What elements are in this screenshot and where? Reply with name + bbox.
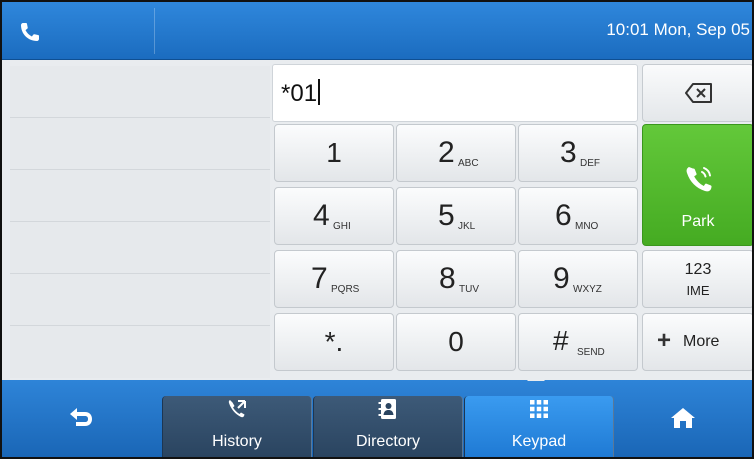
list-item xyxy=(10,170,270,222)
home-icon xyxy=(671,408,695,428)
key-4[interactable]: 4 GHI xyxy=(274,187,394,245)
park-label: Park xyxy=(681,213,715,230)
tab-keypad[interactable]: Keypad xyxy=(464,396,614,457)
home-button[interactable] xyxy=(614,380,752,457)
key-9[interactable]: 9 WXYZ xyxy=(518,250,638,308)
key-3[interactable]: 3 DEF xyxy=(518,124,638,182)
text-caret xyxy=(318,79,321,105)
list-item xyxy=(10,326,270,378)
park-button[interactable]: Park xyxy=(642,124,752,246)
bottom-nav: History Directory Keypad xyxy=(2,380,752,457)
tab-directory[interactable]: Directory xyxy=(313,396,463,457)
keypad-icon xyxy=(530,400,548,418)
tab-label: History xyxy=(212,433,262,450)
key-digit: 7 xyxy=(311,262,328,295)
dial-input-value: *01 xyxy=(281,79,321,108)
dial-input[interactable]: *01 xyxy=(272,64,638,122)
back-button[interactable] xyxy=(2,380,162,457)
key-digit: 3 xyxy=(560,136,577,169)
key-digit: 5 xyxy=(438,199,455,232)
phone-screen: 10:01 Mon, Sep 05 *01 1 2 ABC 3 DEF 4 GH… xyxy=(0,0,754,459)
key-letters: WXYZ xyxy=(573,284,602,295)
back-icon xyxy=(70,408,92,426)
tab-label: Directory xyxy=(355,433,420,450)
park-call-icon xyxy=(686,167,712,192)
tab-label: Keypad xyxy=(511,433,567,450)
key-letters: ABC xyxy=(458,158,479,169)
key-6[interactable]: 6 MNO xyxy=(518,187,638,245)
handset-icon xyxy=(21,23,39,41)
key-letters: GHI xyxy=(333,221,351,232)
key-letters: MNO xyxy=(575,221,599,232)
key-8[interactable]: 8 TUV xyxy=(396,250,516,308)
key-letters: TUV xyxy=(459,284,479,295)
key-digit: *. xyxy=(324,326,344,357)
key-hash-send[interactable]: # SEND xyxy=(518,313,638,371)
active-tab-pointer xyxy=(527,372,545,381)
key-digit: # xyxy=(553,325,569,356)
key-letters: JKL xyxy=(458,221,476,232)
ime-mode-digits: 123 xyxy=(684,261,712,278)
backspace-button[interactable] xyxy=(642,64,752,122)
key-digit: 1 xyxy=(326,137,342,168)
more-button[interactable]: + More xyxy=(642,313,752,371)
more-label: More xyxy=(683,333,720,350)
status-divider xyxy=(154,8,155,54)
history-icon xyxy=(228,400,246,418)
key-letters: PQRS xyxy=(331,284,360,295)
list-item xyxy=(10,118,270,170)
call-list-panel xyxy=(10,66,270,378)
key-digit: 0 xyxy=(448,326,464,357)
ime-button[interactable]: 123 IME xyxy=(642,250,752,308)
status-clock: 10:01 Mon, Sep 05 xyxy=(606,20,750,39)
key-7[interactable]: 7 PQRS xyxy=(274,250,394,308)
plus-icon: + xyxy=(657,327,672,354)
key-digit: 6 xyxy=(555,199,572,232)
key-5[interactable]: 5 JKL xyxy=(396,187,516,245)
list-item xyxy=(10,66,270,118)
key-digit: 4 xyxy=(313,199,330,232)
key-star[interactable]: *. xyxy=(274,313,394,371)
key-letters: SEND xyxy=(577,347,605,358)
list-item xyxy=(10,274,270,326)
directory-icon xyxy=(378,399,396,419)
key-letters: DEF xyxy=(580,158,600,169)
key-0[interactable]: 0 xyxy=(396,313,516,371)
status-bar: 10:01 Mon, Sep 05 xyxy=(2,2,752,60)
key-1[interactable]: 1 xyxy=(274,124,394,182)
key-digit: 2 xyxy=(438,136,455,169)
ime-label: IME xyxy=(686,283,710,298)
tab-history[interactable]: History xyxy=(162,396,312,457)
backspace-icon xyxy=(685,83,712,103)
key-digit: 8 xyxy=(439,262,456,295)
key-digit: 9 xyxy=(553,262,570,295)
key-2[interactable]: 2 ABC xyxy=(396,124,516,182)
list-item xyxy=(10,222,270,274)
